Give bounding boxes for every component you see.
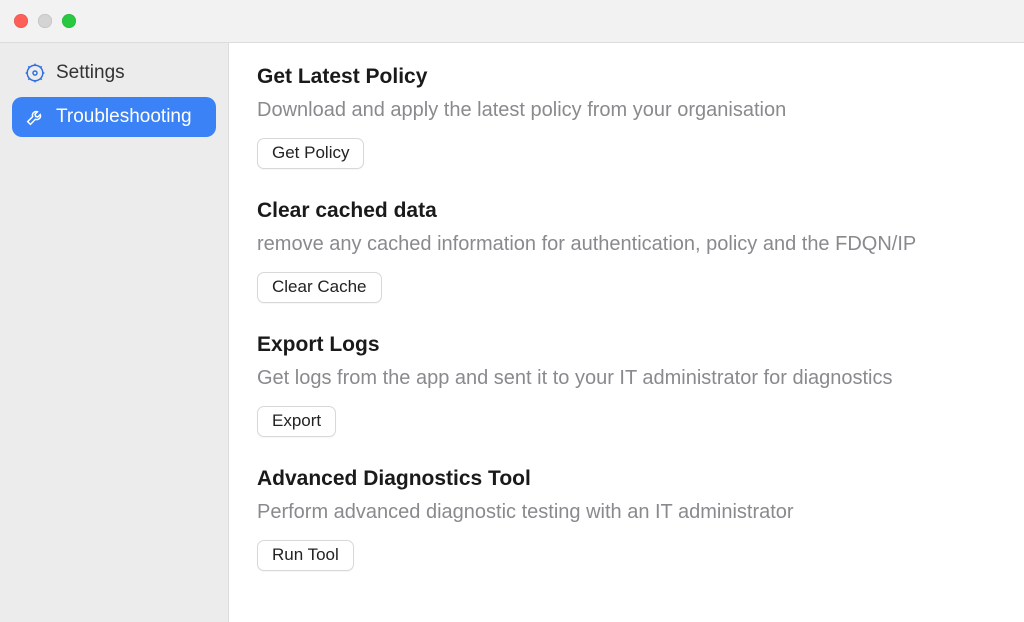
section-title: Get Latest Policy xyxy=(257,65,996,89)
sidebar-item-label: Troubleshooting xyxy=(56,106,192,128)
section-get-latest-policy: Get Latest Policy Download and apply the… xyxy=(257,65,996,169)
section-title: Export Logs xyxy=(257,333,996,357)
section-description: Download and apply the latest policy fro… xyxy=(257,97,996,124)
window-controls xyxy=(14,14,76,28)
wrench-icon xyxy=(24,106,46,128)
section-description: remove any cached information for authen… xyxy=(257,231,996,258)
section-description: Get logs from the app and sent it to you… xyxy=(257,365,996,392)
gear-icon xyxy=(24,62,46,84)
minimize-icon[interactable] xyxy=(38,14,52,28)
close-icon[interactable] xyxy=(14,14,28,28)
app-window: Settings Troubleshooting Get Latest Poli… xyxy=(0,0,1024,622)
section-description: Perform advanced diagnostic testing with… xyxy=(257,499,996,526)
sidebar-item-label: Settings xyxy=(56,62,125,84)
section-title: Clear cached data xyxy=(257,199,996,223)
sidebar-item-troubleshooting[interactable]: Troubleshooting xyxy=(12,97,216,137)
export-button[interactable]: Export xyxy=(257,406,336,437)
content-pane: Get Latest Policy Download and apply the… xyxy=(228,43,1024,622)
clear-cache-button[interactable]: Clear Cache xyxy=(257,272,382,303)
section-advanced-diagnostics: Advanced Diagnostics Tool Perform advanc… xyxy=(257,467,996,571)
get-policy-button[interactable]: Get Policy xyxy=(257,138,364,169)
window-body: Settings Troubleshooting Get Latest Poli… xyxy=(0,43,1024,622)
sidebar: Settings Troubleshooting xyxy=(0,43,228,622)
titlebar xyxy=(0,0,1024,43)
section-title: Advanced Diagnostics Tool xyxy=(257,467,996,491)
sidebar-item-settings[interactable]: Settings xyxy=(12,53,216,93)
run-tool-button[interactable]: Run Tool xyxy=(257,540,354,571)
section-clear-cached-data: Clear cached data remove any cached info… xyxy=(257,199,996,303)
maximize-icon[interactable] xyxy=(62,14,76,28)
section-export-logs: Export Logs Get logs from the app and se… xyxy=(257,333,996,437)
